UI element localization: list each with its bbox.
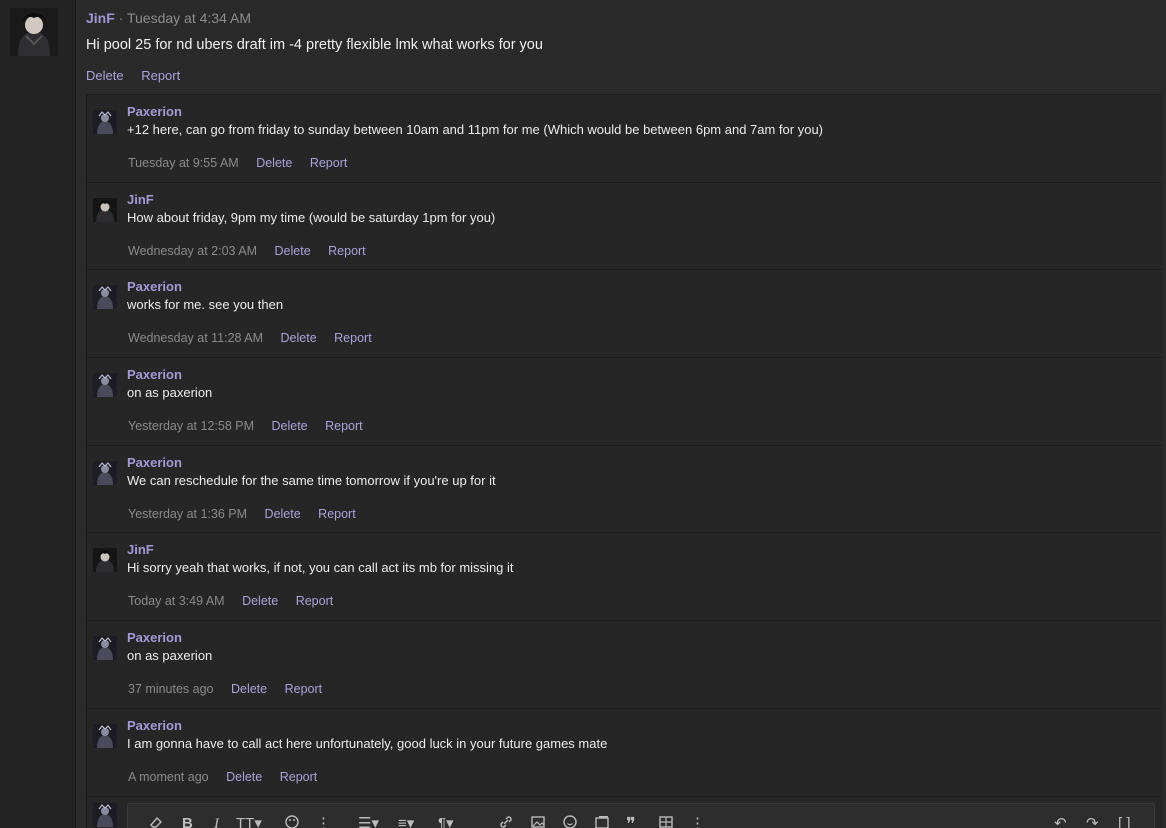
comment-text: works for me. see you then	[127, 297, 284, 313]
comment-time[interactable]: Wednesday at 2:03 AM	[128, 244, 257, 258]
post-author[interactable]: JinF	[86, 10, 115, 26]
avatar[interactable]	[93, 110, 117, 134]
report-button[interactable]: Report	[325, 419, 363, 433]
report-button[interactable]: Report	[318, 507, 356, 521]
post-time[interactable]: Tuesday at 4:34 AM	[127, 10, 251, 26]
italic-icon[interactable]: I	[214, 814, 219, 828]
separator: ·	[118, 10, 124, 26]
comment-actions: 37 minutes ago Delete Report	[128, 682, 336, 696]
comment-time[interactable]: Today at 3:49 AM	[128, 594, 225, 608]
comment-time[interactable]: Yesterday at 12:58 PM	[128, 419, 254, 433]
comment-item: Paxerion on as paxerion Yesterday at 12:…	[87, 358, 1162, 446]
delete-button[interactable]: Delete	[256, 156, 292, 170]
comment-author[interactable]: Paxerion	[127, 630, 182, 645]
delete-button[interactable]: Delete	[226, 770, 262, 784]
list-icon[interactable]: ☰▾	[358, 814, 379, 828]
image-icon[interactable]	[530, 814, 546, 828]
comment-actions: Wednesday at 2:03 AM Delete Report	[128, 244, 380, 258]
align-icon[interactable]: ≡▾	[398, 814, 414, 828]
more-options-icon[interactable]: ⋮	[316, 814, 331, 828]
bold-icon[interactable]: B	[182, 814, 193, 828]
report-button[interactable]: Report	[280, 770, 318, 784]
comment-actions: Yesterday at 12:58 PM Delete Report	[128, 419, 377, 433]
comment-item: Paxerion on as paxerion 37 minutes ago D…	[87, 621, 1162, 709]
eraser-icon[interactable]	[148, 814, 164, 828]
comment-item: Paxerion works for me. see you then Wedn…	[87, 270, 1162, 359]
comment-author[interactable]: Paxerion	[127, 367, 182, 382]
comment-text: +12 here, can go from friday to sunday b…	[127, 122, 824, 137]
report-button[interactable]: Report	[285, 682, 323, 696]
comment-list: Paxerion +12 here, can go from friday to…	[86, 94, 1162, 828]
avatar	[93, 802, 117, 827]
delete-button[interactable]: Delete	[242, 594, 278, 608]
comment-time[interactable]: 37 minutes ago	[128, 682, 213, 696]
media-icon[interactable]	[594, 814, 610, 828]
comment-item: Paxerion We can reschedule for the same …	[87, 446, 1162, 534]
post-body: Hi pool 25 for nd ubers draft im -4 pret…	[86, 37, 543, 53]
avatar[interactable]	[93, 197, 117, 222]
editor-toolbar: B I TT▾ ⋮ ☰▾ ≡▾ ¶▾ ❞ ⋮ ↶ ↷ [ ]	[127, 802, 1155, 828]
delete-button[interactable]: Delete	[265, 507, 301, 521]
undo-icon[interactable]: ↶	[1054, 814, 1067, 828]
paragraph-icon[interactable]: ¶▾	[438, 814, 454, 828]
avatar[interactable]	[93, 723, 117, 748]
comment-text: Hi sorry yeah that works, if not, you ca…	[127, 560, 514, 576]
comment-actions: Tuesday at 9:55 AM Delete Report	[128, 156, 361, 170]
comment-author[interactable]: Paxerion	[127, 455, 182, 470]
comment-actions: Wednesday at 11:28 AM Delete Report	[128, 331, 386, 345]
comment-time[interactable]: Wednesday at 11:28 AM	[128, 331, 263, 345]
link-icon[interactable]	[498, 814, 514, 828]
delete-button[interactable]: Delete	[272, 419, 308, 433]
comment-author[interactable]: Paxerion	[127, 718, 182, 733]
avatar[interactable]	[93, 373, 117, 398]
palette-icon[interactable]	[284, 814, 300, 828]
comment-text: We can reschedule for the same time tomo…	[127, 472, 496, 488]
comment-text: on as paxerion	[127, 648, 213, 664]
fullscreen-icon[interactable]: [ ]	[1118, 814, 1131, 828]
comment-item: Paxerion +12 here, can go from friday to…	[87, 95, 1162, 183]
post-actions: Delete Report	[86, 68, 194, 83]
delete-button[interactable]: Delete	[275, 244, 311, 258]
profile-post: JinF · Tuesday at 4:34 AM Hi pool 25 for…	[76, 0, 1166, 828]
comment-text: I am gonna have to call act here unfortu…	[127, 735, 608, 751]
comment-time[interactable]: A moment ago	[128, 770, 209, 784]
comment-actions: Yesterday at 1:36 PM Delete Report	[128, 507, 370, 521]
quote-icon[interactable]: ❞	[626, 814, 636, 828]
comment-item: JinF Hi sorry yeah that works, if not, y…	[87, 533, 1162, 622]
avatar[interactable]	[93, 548, 117, 573]
avatar[interactable]	[93, 460, 117, 485]
comment-time[interactable]: Yesterday at 1:36 PM	[128, 507, 247, 521]
left-rail	[0, 0, 76, 828]
comment-time[interactable]: Tuesday at 9:55 AM	[128, 156, 239, 170]
table-icon[interactable]	[658, 814, 674, 828]
comment-author[interactable]: JinF	[127, 542, 154, 557]
comment-item: Paxerion I am gonna have to call act her…	[87, 709, 1162, 797]
delete-button[interactable]: Delete	[281, 331, 317, 345]
emoji-icon[interactable]	[562, 814, 578, 828]
comment-author[interactable]: Paxerion	[127, 104, 182, 119]
report-button[interactable]: Report	[310, 156, 348, 170]
comment-text: How about friday, 9pm my time (would be …	[127, 209, 496, 225]
delete-button[interactable]: Delete	[86, 68, 124, 83]
comment-author[interactable]: Paxerion	[127, 279, 182, 294]
text-size-icon[interactable]: TT▾	[236, 814, 262, 828]
avatar[interactable]	[93, 636, 117, 661]
comment-author[interactable]: JinF	[127, 192, 154, 207]
report-button[interactable]: Report	[334, 331, 372, 345]
avatar[interactable]	[10, 8, 58, 56]
report-button[interactable]: Report	[296, 594, 334, 608]
reply-editor: B I TT▾ ⋮ ☰▾ ≡▾ ¶▾ ❞ ⋮ ↶ ↷ [ ]	[87, 797, 1162, 828]
avatar[interactable]	[93, 285, 117, 310]
more-icon[interactable]: ⋮	[690, 814, 705, 828]
report-button[interactable]: Report	[141, 68, 180, 83]
comment-item: JinF How about friday, 9pm my time (woul…	[87, 183, 1162, 271]
report-button[interactable]: Report	[328, 244, 366, 258]
comment-text: on as paxerion	[127, 385, 213, 401]
delete-button[interactable]: Delete	[231, 682, 267, 696]
comment-actions: Today at 3:49 AM Delete Report	[128, 594, 347, 608]
post-header: JinF · Tuesday at 4:34 AM	[86, 10, 251, 26]
redo-icon[interactable]: ↷	[1086, 814, 1099, 828]
comment-actions: A moment ago Delete Report	[128, 770, 331, 784]
